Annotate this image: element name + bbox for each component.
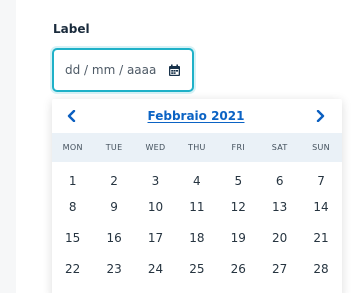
date-field-label: Label [53, 22, 90, 36]
weekday-sat: SAT [271, 143, 288, 152]
day-cell[interactable]: 3 [135, 162, 176, 188]
days-grid: 1 2 3 4 5 6 7 8 9 10 11 12 13 14 15 16 1… [52, 162, 342, 286]
day-cell[interactable]: 7 [300, 162, 341, 188]
chevron-right-icon[interactable] [314, 109, 328, 123]
day-cell[interactable]: 28 [300, 255, 341, 276]
weekday-tue: TUE [105, 143, 123, 152]
week-row: 15 16 17 18 19 20 21 [52, 224, 342, 255]
calendar-dropdown: Febbraio 2021 MON TUE WED THU FRI SAT SU… [52, 99, 342, 293]
day-cell[interactable]: 4 [176, 162, 217, 188]
day-cell[interactable]: 25 [176, 255, 217, 276]
day-cell[interactable]: 10 [135, 193, 176, 214]
day-cell[interactable]: 21 [300, 224, 341, 245]
weekday-sun: SUN [312, 143, 330, 152]
day-cell[interactable]: 12 [218, 193, 259, 214]
day-cell[interactable]: 17 [135, 224, 176, 245]
day-cell[interactable]: 24 [135, 255, 176, 276]
calendar-icon[interactable] [168, 64, 181, 77]
day-cell[interactable]: 22 [52, 255, 93, 276]
day-cell[interactable]: 20 [259, 224, 300, 245]
day-cell[interactable]: 11 [176, 193, 217, 214]
day-cell[interactable]: 8 [52, 193, 93, 214]
day-cell[interactable]: 1 [52, 162, 93, 188]
left-panel-strip [0, 0, 16, 293]
date-input[interactable]: dd / mm / aaaa [52, 48, 194, 92]
weekday-header-row: MON TUE WED THU FRI SAT SUN [52, 133, 342, 162]
weekday-mon: MON [62, 143, 83, 152]
week-row: 8 9 10 11 12 13 14 [52, 193, 342, 224]
day-cell[interactable]: 26 [218, 255, 259, 276]
day-cell[interactable]: 2 [93, 162, 134, 188]
date-input-placeholder: dd / mm / aaaa [65, 63, 157, 77]
day-cell[interactable]: 13 [259, 193, 300, 214]
month-title[interactable]: Febbraio 2021 [148, 109, 245, 123]
day-cell[interactable]: 6 [259, 162, 300, 188]
week-row: 1 2 3 4 5 6 7 [52, 162, 342, 193]
weekday-fri: FRI [231, 143, 245, 152]
weekday-thu: THU [188, 143, 206, 152]
weekday-wed: WED [145, 143, 166, 152]
day-cell[interactable]: 18 [176, 224, 217, 245]
day-cell[interactable]: 16 [93, 224, 134, 245]
day-cell[interactable]: 23 [93, 255, 134, 276]
day-cell[interactable]: 19 [218, 224, 259, 245]
chevron-left-icon[interactable] [64, 109, 78, 123]
datepicker-page: Label dd / mm / aaaa Febbraio 2021 MON T… [0, 0, 361, 293]
day-cell[interactable]: 9 [93, 193, 134, 214]
day-cell[interactable]: 14 [300, 193, 341, 214]
day-cell[interactable]: 27 [259, 255, 300, 276]
calendar-header: Febbraio 2021 [52, 99, 342, 133]
day-cell[interactable]: 5 [218, 162, 259, 188]
day-cell[interactable]: 15 [52, 224, 93, 245]
week-row: 22 23 24 25 26 27 28 [52, 255, 342, 286]
